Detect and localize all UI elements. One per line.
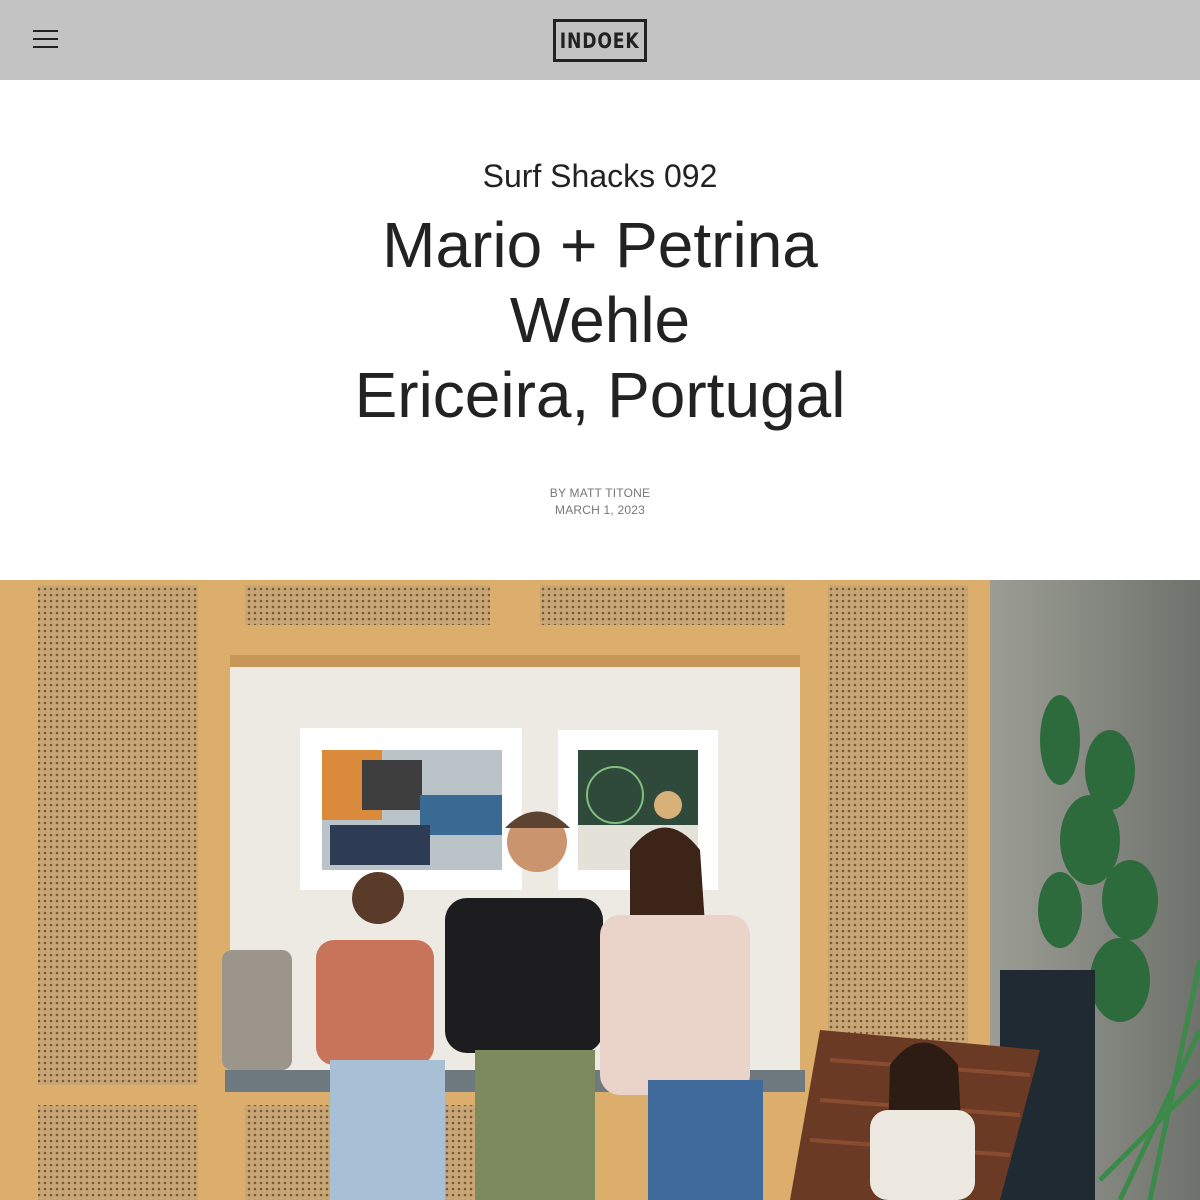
site-header: INDOEK: [0, 0, 1200, 80]
hero-photo-illustration: [0, 580, 1200, 1200]
menu-bar-line: [33, 46, 58, 48]
menu-bar-line: [33, 38, 58, 40]
logo-text: INDOEK: [560, 28, 640, 53]
series-label: Surf Shacks 092: [482, 158, 718, 194]
hamburger-menu-icon[interactable]: [33, 28, 58, 50]
article-meta: BY MATT TITONE MARCH 1, 2023: [0, 485, 1200, 519]
title-line: Wehle: [509, 284, 691, 356]
hero-photo: [0, 580, 1200, 1200]
title-line: Mario + Petrina: [382, 209, 818, 281]
article-title: Mario + Petrina Wehle Ericeira, Portugal: [0, 208, 1200, 433]
author-byline: BY MATT TITONE: [549, 486, 651, 500]
publish-date: MARCH 1, 2023: [555, 503, 645, 517]
site-logo[interactable]: INDOEK: [553, 19, 647, 62]
title-line: Ericeira, Portugal: [354, 359, 846, 431]
menu-bar-line: [33, 30, 58, 32]
